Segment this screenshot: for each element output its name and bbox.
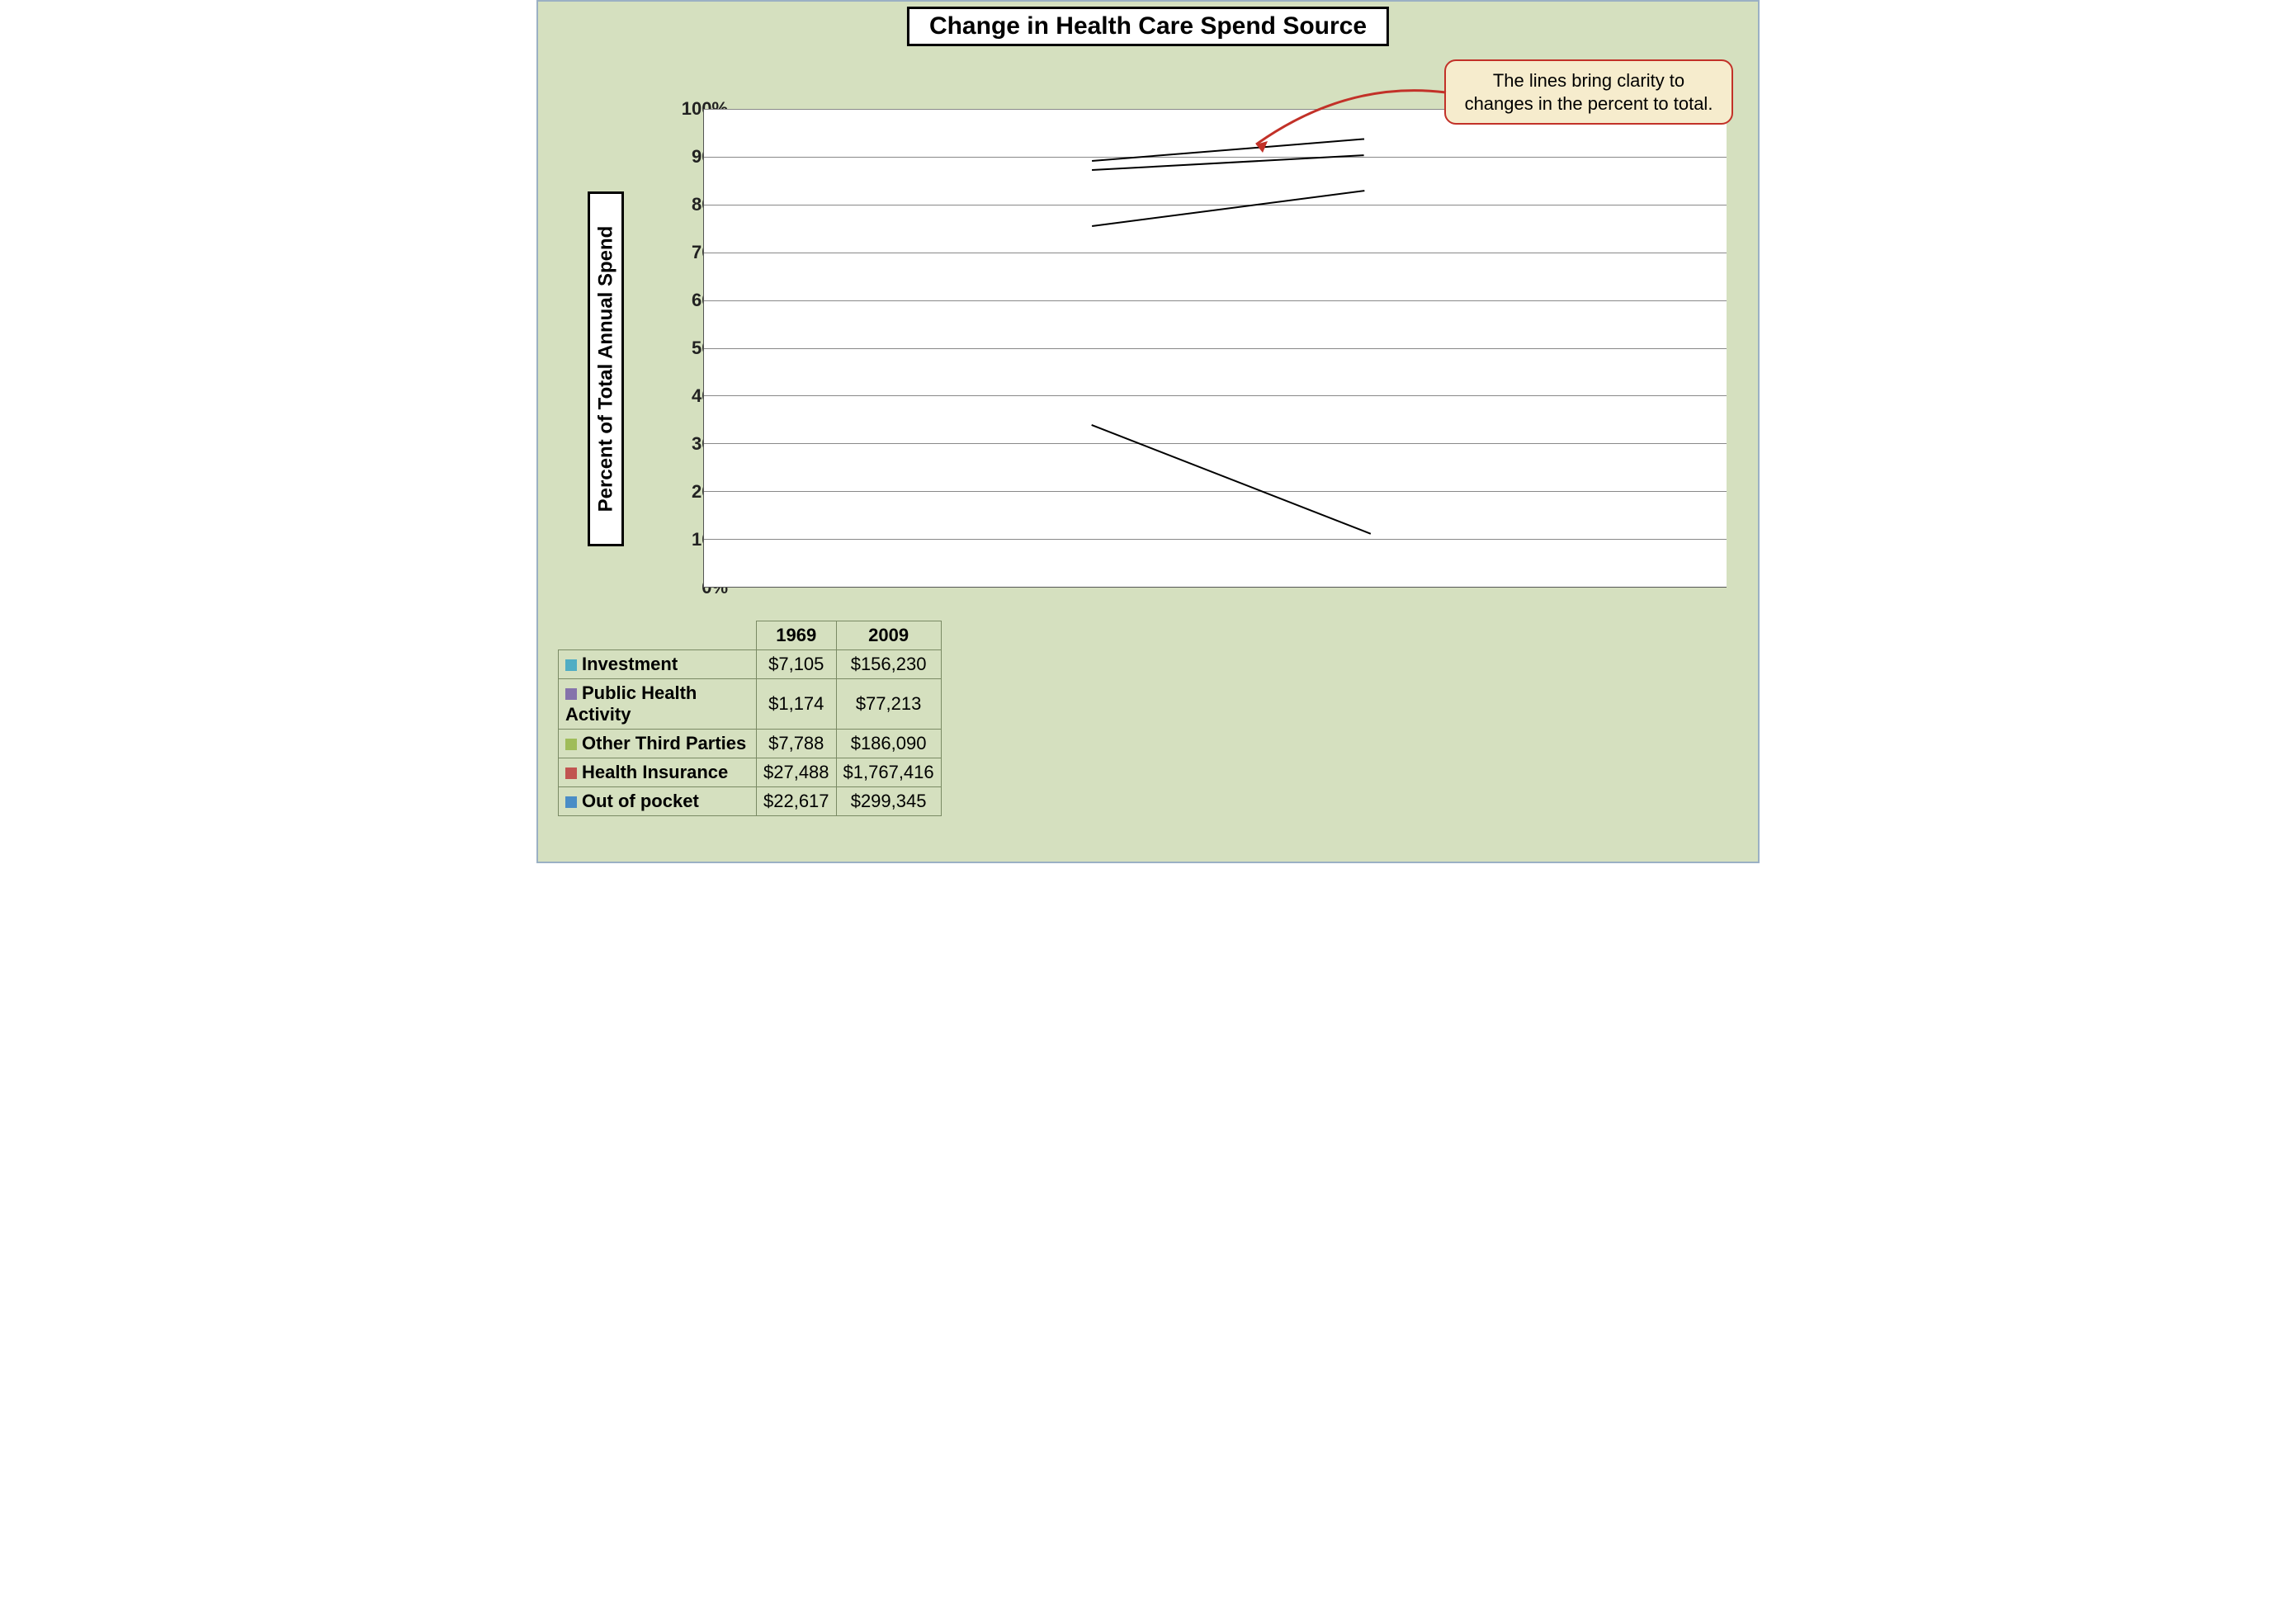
year-1969: 1969 (757, 621, 837, 650)
table-row-other-third: Other Third Parties $7,788 $186,090 (559, 730, 942, 758)
legend-label-investment: Investment (582, 654, 678, 674)
val-public-health-1969: $1,174 (757, 679, 837, 730)
gridline (704, 395, 1727, 396)
table-row-public-health: Public Health Activity $1,174 $77,213 (559, 679, 942, 730)
val-other-third-2009: $186,090 (836, 730, 941, 758)
y-axis-label: Percent of Total Annual Spend (594, 226, 617, 512)
connector-line (1092, 190, 1364, 227)
val-out-of-pocket-1969: $22,617 (757, 787, 837, 816)
connector-line (1091, 424, 1371, 535)
chart-title: Change in Health Care Spend Source (907, 7, 1389, 46)
legend-label-public-health: Public Health Activity (565, 682, 697, 725)
gridline (704, 491, 1727, 492)
year-2009: 2009 (836, 621, 941, 650)
plot-area (703, 109, 1727, 588)
gridline (704, 539, 1727, 540)
gridline (704, 443, 1727, 444)
annotation-callout: The lines bring clarity to changes in th… (1444, 59, 1733, 125)
gridline (704, 300, 1727, 301)
val-out-of-pocket-2009: $299,345 (836, 787, 941, 816)
val-health-ins-1969: $27,488 (757, 758, 837, 787)
chart-frame: Change in Health Care Spend Source Perce… (536, 0, 1760, 863)
table-row-out-of-pocket: Out of pocket $22,617 $299,345 (559, 787, 942, 816)
table-row-health-insurance: Health Insurance $27,488 $1,767,416 (559, 758, 942, 787)
legend-label-out-of-pocket: Out of pocket (582, 791, 699, 811)
table-row-investment: Investment $7,105 $156,230 (559, 650, 942, 679)
val-other-third-1969: $7,788 (757, 730, 837, 758)
table-row-years: 1969 2009 (559, 621, 942, 650)
val-investment-2009: $156,230 (836, 650, 941, 679)
legend-swatch-out-of-pocket (565, 796, 577, 808)
gridline (704, 157, 1727, 158)
val-investment-1969: $7,105 (757, 650, 837, 679)
val-health-ins-2009: $1,767,416 (836, 758, 941, 787)
y-axis-label-box: Percent of Total Annual Spend (588, 191, 624, 546)
legend-swatch-investment (565, 659, 577, 671)
legend-label-health-insurance: Health Insurance (582, 762, 728, 782)
legend-label-other-third: Other Third Parties (582, 733, 746, 753)
legend-swatch-health-insurance (565, 767, 577, 779)
legend-swatch-other-third (565, 739, 577, 750)
val-public-health-2009: $77,213 (836, 679, 941, 730)
gridline (704, 348, 1727, 349)
data-table: 1969 2009 Investment $7,105 $156,230 Pub… (558, 621, 942, 816)
legend-swatch-public-health (565, 688, 577, 700)
